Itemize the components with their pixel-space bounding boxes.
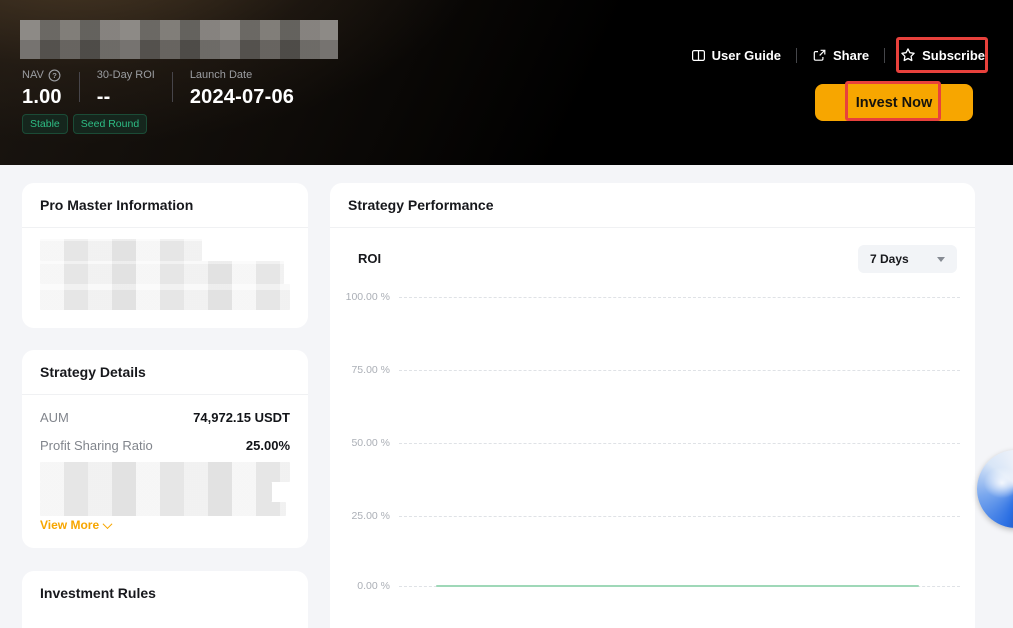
dashed-gridline — [399, 443, 960, 444]
redacted-content-row — [40, 261, 284, 284]
stat-roi-label: 30-Day ROI — [97, 68, 155, 82]
stat-divider — [79, 72, 80, 102]
profit-sharing-label: Profit Sharing Ratio — [40, 438, 153, 453]
pro-master-card-title: Pro Master Information — [40, 197, 193, 213]
star-icon — [900, 47, 916, 63]
mascot-image — [977, 450, 1013, 528]
y-axis-tick: 75.00 % — [342, 364, 390, 376]
dashed-gridline — [399, 516, 960, 517]
aum-label: AUM — [40, 410, 69, 425]
gridline-row: 50.00 % — [342, 436, 960, 450]
share-button[interactable]: Share — [812, 48, 869, 63]
share-label: Share — [833, 48, 869, 63]
strategy-details-card: Strategy Details AUM 74,972.15 USDT Prof… — [22, 350, 308, 548]
header-action-bar: User Guide Share Subscr — [691, 41, 985, 69]
card-header: Investment Rules — [22, 571, 308, 615]
strategy-performance-card: Strategy Performance ROI 7 Days 100.00 %… — [330, 183, 975, 628]
subscribe-label: Subscribe — [922, 48, 985, 63]
invest-now-button[interactable]: Invest Now — [815, 84, 973, 121]
gridline-row: 75.00 % — [342, 363, 960, 377]
redacted-content-row — [40, 284, 290, 310]
aum-value: 74,972.15 USDT — [193, 410, 290, 425]
dashed-gridline — [399, 370, 960, 371]
profit-sharing-row: Profit Sharing Ratio 25.00% — [40, 438, 290, 453]
card-header: Strategy Details — [22, 350, 308, 395]
pro-master-strategy-page: NAV ? 1.00 30-Day ROI -- Launch Date 202… — [0, 0, 1013, 628]
y-axis-tick: 25.00 % — [342, 510, 390, 522]
roi-chart: 100.00 % 75.00 % 50.00 % 25.00 % 0.00 % — [330, 183, 975, 628]
stat-divider — [172, 72, 173, 102]
stat-30d-roi: 30-Day ROI -- — [97, 68, 155, 109]
y-axis-tick: 0.00 % — [342, 580, 390, 592]
redacted-content-row — [40, 502, 286, 516]
book-icon — [691, 48, 706, 63]
pro-master-information-card: Pro Master Information — [22, 183, 308, 328]
badge-seed-round: Seed Round — [73, 114, 147, 134]
stat-launch-date: Launch Date 2024-07-06 — [190, 68, 294, 109]
gridline-row: 100.00 % — [342, 290, 960, 304]
profit-sharing-value: 25.00% — [246, 438, 290, 453]
aum-row: AUM 74,972.15 USDT — [40, 410, 290, 425]
stat-launch-value: 2024-07-06 — [190, 86, 294, 109]
redacted-strategy-title — [20, 20, 338, 59]
view-more-link[interactable]: View More — [40, 518, 111, 532]
hero-stats: NAV ? 1.00 30-Day ROI -- Launch Date 202… — [22, 68, 294, 109]
chevron-down-icon — [103, 519, 113, 529]
roi-series-line — [436, 585, 919, 587]
redacted-content-row — [40, 482, 272, 502]
y-axis-tick: 100.00 % — [342, 291, 390, 303]
redacted-content-row — [40, 239, 202, 261]
svg-text:?: ? — [52, 71, 57, 80]
badge-stable: Stable — [22, 114, 68, 134]
action-divider — [796, 48, 797, 63]
stat-launch-label: Launch Date — [190, 68, 252, 82]
hero-header: NAV ? 1.00 30-Day ROI -- Launch Date 202… — [0, 0, 1013, 165]
floating-mascot-widget[interactable] — [975, 448, 1013, 532]
investment-rules-card-title: Investment Rules — [40, 585, 156, 601]
card-header: Pro Master Information — [22, 183, 308, 228]
user-guide-label: User Guide — [712, 48, 781, 63]
action-divider — [884, 48, 885, 63]
investment-rules-card: Investment Rules — [22, 571, 308, 628]
stat-nav-label: NAV — [22, 68, 44, 82]
stat-nav: NAV ? 1.00 — [22, 68, 62, 109]
stat-nav-value: 1.00 — [22, 86, 62, 109]
redacted-content-row — [40, 462, 290, 482]
strategy-badges: Stable Seed Round — [22, 114, 147, 134]
info-icon[interactable]: ? — [48, 69, 61, 82]
user-guide-button[interactable]: User Guide — [691, 48, 781, 63]
share-icon — [812, 48, 827, 63]
y-axis-tick: 50.00 % — [342, 437, 390, 449]
strategy-details-card-title: Strategy Details — [40, 364, 146, 380]
dashed-gridline — [399, 297, 960, 298]
subscribe-button[interactable]: Subscribe — [900, 47, 985, 63]
stat-roi-value: -- — [97, 86, 155, 109]
gridline-row: 25.00 % — [342, 509, 960, 523]
view-more-label: View More — [40, 518, 99, 532]
